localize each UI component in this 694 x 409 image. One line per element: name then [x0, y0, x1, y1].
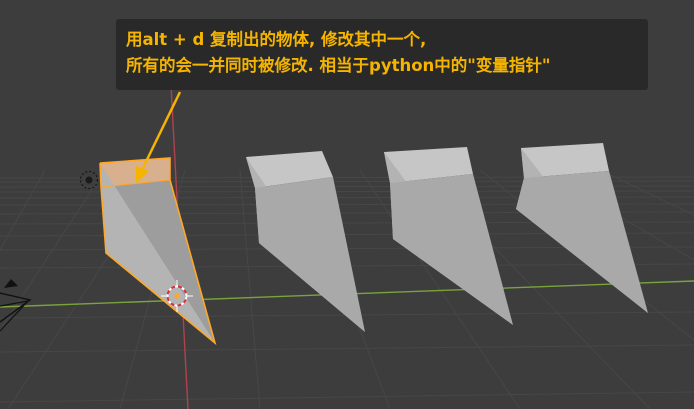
annotation-line-2: 所有的会一并同时被修改. 相当于python中的"变量指针" [126, 56, 551, 75]
3d-viewport[interactable]: 用alt + d 复制出的物体, 修改其中一个, 所有的会一并同时被修改. 相当… [0, 0, 694, 409]
linked-duplicate-2[interactable] [384, 147, 513, 325]
selected-object[interactable] [99, 157, 217, 346]
linked-duplicate-1[interactable] [246, 151, 365, 332]
annotation-callout: 用alt + d 复制出的物体, 修改其中一个, 所有的会一并同时被修改. 相当… [116, 19, 648, 90]
annotation-line-1: 用alt + d 复制出的物体, 修改其中一个, [126, 30, 427, 49]
